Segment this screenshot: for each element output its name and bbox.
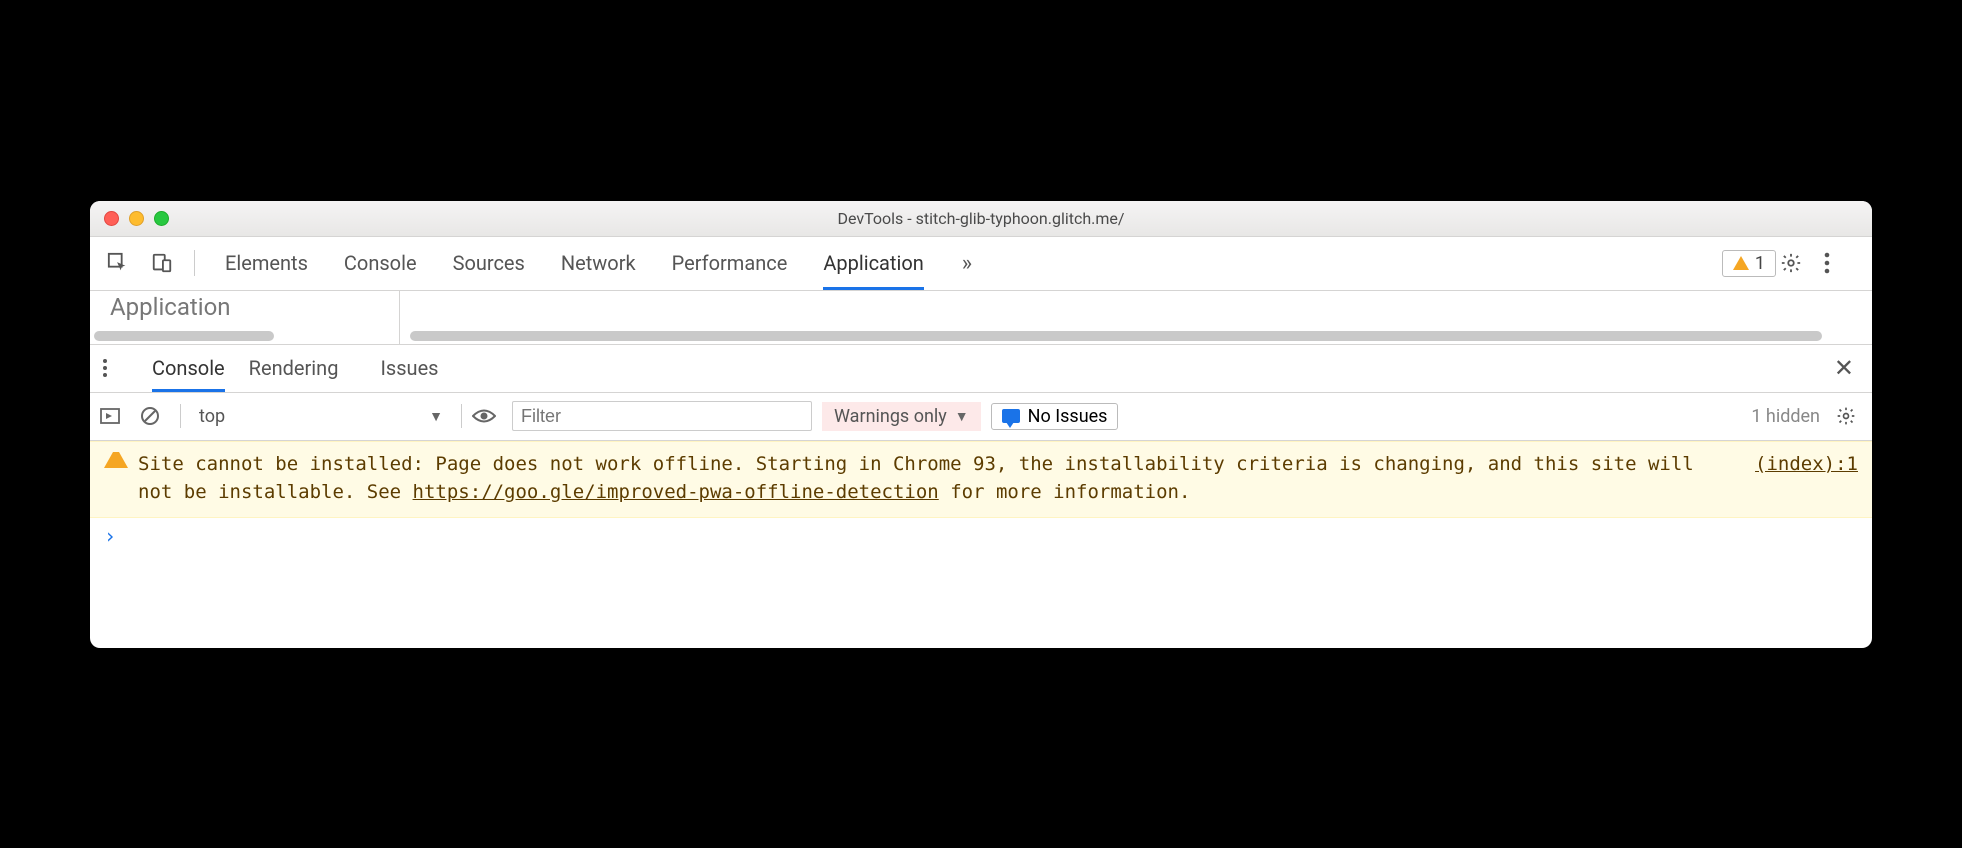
tab-performance[interactable]: Performance xyxy=(672,237,788,290)
divider xyxy=(461,404,462,428)
application-main-peek xyxy=(400,291,1872,344)
divider xyxy=(194,250,195,276)
warning-icon xyxy=(1733,256,1749,270)
console-settings-icon[interactable] xyxy=(1830,406,1862,426)
window-minimize-button[interactable] xyxy=(129,211,144,226)
clear-console-icon[interactable] xyxy=(140,406,170,426)
issues-badge[interactable]: 1 xyxy=(1722,250,1776,277)
warning-source-link[interactable]: (index):1 xyxy=(1755,450,1858,507)
kebab-menu-icon[interactable] xyxy=(1824,252,1864,274)
window-title: DevTools - stitch-glib-typhoon.glitch.me… xyxy=(90,209,1872,228)
window-maximize-button[interactable] xyxy=(154,211,169,226)
context-value: top xyxy=(199,406,225,427)
tab-elements[interactable]: Elements xyxy=(225,237,308,290)
warning-icon xyxy=(104,452,128,468)
panel-body-strip: Application xyxy=(90,291,1872,345)
application-sidebar-peek: Application xyxy=(90,291,400,344)
tab-console[interactable]: Console xyxy=(344,237,417,290)
sidebar-scrollbar[interactable] xyxy=(94,331,274,341)
drawer-tab-console[interactable]: Console xyxy=(152,345,225,392)
more-tabs-icon[interactable]: » xyxy=(962,251,972,276)
filter-input[interactable] xyxy=(512,401,812,431)
sidebar-heading: Application xyxy=(110,293,231,321)
traffic-lights xyxy=(90,211,169,226)
drawer-tabbar: Console Rendering Issues ✕ xyxy=(90,345,1872,393)
main-toolbar: Elements Console Sources Network Perform… xyxy=(90,237,1872,291)
divider xyxy=(180,404,181,428)
tab-sources[interactable]: Sources xyxy=(453,237,525,290)
warning-text-post: for more information. xyxy=(939,481,1191,503)
tab-network[interactable]: Network xyxy=(561,237,636,290)
log-level-value: Warnings only xyxy=(834,406,947,427)
chevron-down-icon: ▼ xyxy=(429,408,443,425)
issues-chip[interactable]: No Issues xyxy=(991,403,1119,430)
message-icon xyxy=(1002,409,1020,423)
settings-icon[interactable] xyxy=(1780,252,1820,274)
device-toggle-icon[interactable] xyxy=(142,243,182,283)
window-close-button[interactable] xyxy=(104,211,119,226)
console-filterbar: top ▼ Warnings only ▼ No Issues 1 hidden xyxy=(90,393,1872,441)
main-tabs: Elements Console Sources Network Perform… xyxy=(225,237,924,290)
warning-link[interactable]: https://goo.gle/improved-pwa-offline-det… xyxy=(413,481,939,503)
warning-message: Site cannot be installed: Page does not … xyxy=(138,450,1731,507)
inspect-element-icon[interactable] xyxy=(98,243,138,283)
console-sidebar-toggle-icon[interactable] xyxy=(100,406,130,426)
titlebar: DevTools - stitch-glib-typhoon.glitch.me… xyxy=(90,201,1872,237)
issues-chip-label: No Issues xyxy=(1028,406,1108,427)
drawer-kebab-icon[interactable] xyxy=(102,358,128,378)
drawer-tab-issues[interactable]: Issues xyxy=(380,345,438,392)
live-expression-icon[interactable] xyxy=(472,408,502,424)
context-selector[interactable]: top ▼ xyxy=(191,406,451,427)
devtools-window: DevTools - stitch-glib-typhoon.glitch.me… xyxy=(90,201,1872,648)
chevron-down-icon: ▼ xyxy=(955,408,969,425)
drawer-tab-rendering[interactable]: Rendering xyxy=(249,345,339,392)
console-warning-entry[interactable]: Site cannot be installed: Page does not … xyxy=(90,441,1872,518)
drawer-close-icon[interactable]: ✕ xyxy=(1828,354,1860,382)
prompt-chevron-icon: › xyxy=(104,524,116,548)
issues-count: 1 xyxy=(1755,253,1765,274)
hidden-messages-count[interactable]: 1 hidden xyxy=(1751,406,1820,427)
console-prompt[interactable]: › xyxy=(90,518,1872,648)
main-scrollbar[interactable] xyxy=(410,331,1822,341)
log-level-selector[interactable]: Warnings only ▼ xyxy=(822,402,981,431)
tab-application[interactable]: Application xyxy=(823,237,923,290)
